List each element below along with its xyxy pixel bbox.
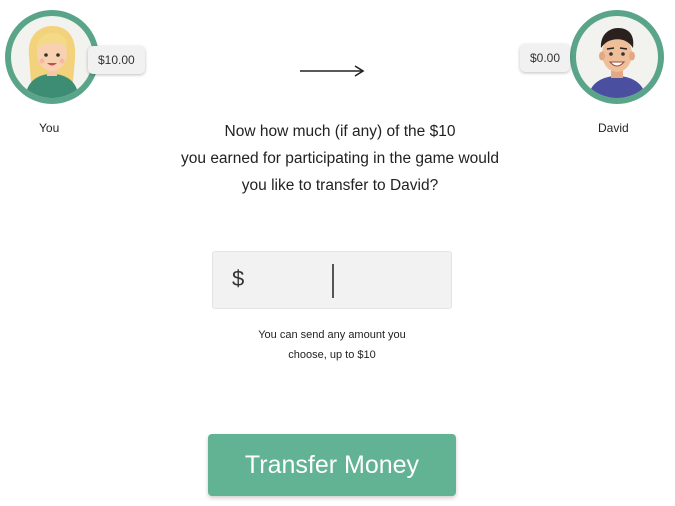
question-line-3: you like to transfer to David? [241, 177, 439, 194]
text-cursor [332, 264, 334, 298]
david-avatar [570, 10, 664, 104]
blonde-woman-icon [25, 26, 79, 98]
currency-symbol: $ [232, 266, 245, 291]
hint-line-2: choose, up to $10 [288, 349, 376, 361]
transfer-question: Now how much (if any) of the $10 you ear… [120, 118, 560, 199]
david-name-label: David [598, 121, 629, 135]
david-balance-badge: $0.00 [520, 44, 571, 72]
amount-input[interactable] [335, 260, 449, 302]
transfer-money-button[interactable]: Transfer Money [208, 434, 456, 496]
you-name-label: You [39, 121, 60, 135]
question-line-1: Now how much (if any) of the $10 [224, 123, 456, 140]
you-avatar [5, 10, 99, 104]
hint-line-1: You can send any amount you [258, 329, 406, 341]
you-balance-badge: $10.00 [88, 46, 145, 74]
man-portrait-icon [588, 28, 646, 98]
right-arrow-icon [300, 65, 365, 77]
amount-hint: You can send any amount you choose, up t… [212, 325, 452, 365]
question-line-2: you earned for participating in the game… [181, 150, 499, 167]
amount-field[interactable]: $ [212, 251, 452, 309]
